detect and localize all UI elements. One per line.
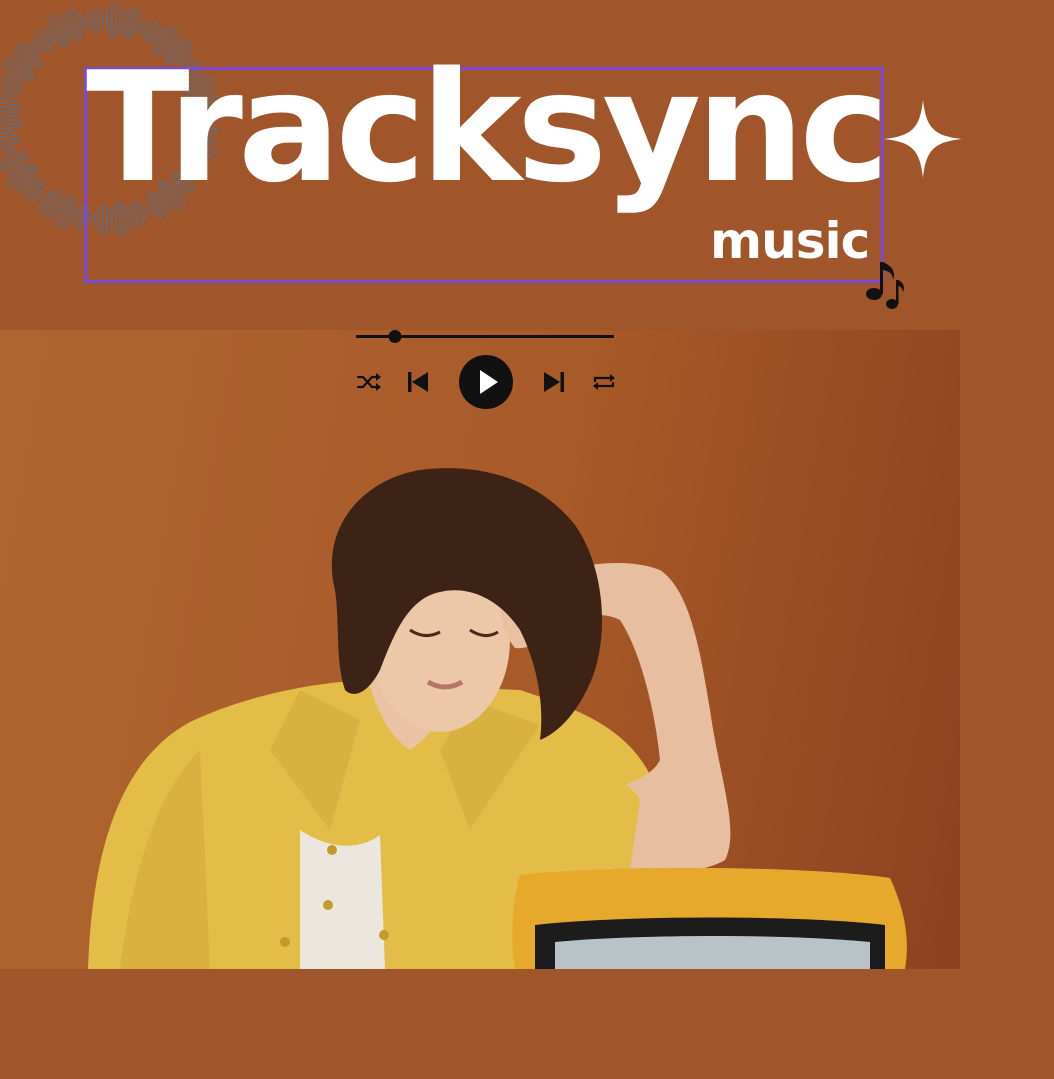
wave-bar bbox=[38, 193, 45, 201]
wave-bar bbox=[7, 162, 28, 174]
brand-title: Tracksync bbox=[86, 39, 890, 216]
skip-next-icon bbox=[544, 372, 564, 392]
wave-bar bbox=[0, 122, 24, 126]
wave-bar bbox=[3, 93, 14, 98]
wave-bar bbox=[0, 133, 18, 139]
hero-photo bbox=[0, 330, 960, 969]
wave-bar bbox=[109, 2, 114, 38]
brand-subtitle: music bbox=[710, 212, 870, 270]
wave-bar bbox=[130, 11, 141, 39]
wave-bar bbox=[142, 19, 153, 40]
wave-bar bbox=[106, 7, 109, 33]
wave-bar bbox=[0, 101, 22, 107]
wave-bar bbox=[4, 150, 17, 156]
music-note-icon bbox=[866, 262, 904, 309]
wave-bar bbox=[84, 15, 89, 28]
wave-bar bbox=[116, 6, 123, 36]
next-button[interactable] bbox=[542, 370, 566, 394]
wave-bar bbox=[31, 186, 45, 202]
play-icon bbox=[459, 355, 513, 409]
wave-bar bbox=[73, 8, 84, 40]
wave-bar bbox=[61, 17, 72, 39]
wave-bar bbox=[0, 114, 17, 118]
wave-bar bbox=[0, 77, 25, 89]
wave-bar bbox=[0, 130, 16, 135]
wave-bar bbox=[136, 19, 143, 33]
wave-bar bbox=[32, 39, 44, 52]
skip-previous-icon bbox=[408, 372, 428, 392]
shuffle-button[interactable] bbox=[356, 372, 382, 392]
wave-bar bbox=[88, 11, 93, 31]
repeat-button[interactable] bbox=[592, 372, 616, 392]
wave-bar bbox=[45, 27, 58, 44]
wave-bar bbox=[112, 2, 119, 39]
wave-bar bbox=[13, 47, 40, 69]
wave-bar bbox=[2, 146, 16, 152]
wave-bar bbox=[92, 8, 97, 33]
wave-bar bbox=[0, 126, 22, 130]
play-button[interactable] bbox=[458, 354, 514, 410]
wave-bar bbox=[120, 10, 127, 34]
wave-bar bbox=[97, 8, 101, 33]
wave-bar bbox=[0, 110, 19, 114]
seek-knob[interactable] bbox=[388, 330, 402, 343]
wave-bar bbox=[0, 96, 18, 103]
person-illustration bbox=[88, 468, 907, 969]
seek-bar[interactable] bbox=[356, 330, 614, 343]
wave-bar bbox=[0, 141, 20, 148]
repeat-icon bbox=[593, 374, 615, 390]
sparkle-icon bbox=[884, 100, 962, 178]
shuffle-icon bbox=[356, 373, 381, 391]
previous-button[interactable] bbox=[406, 370, 430, 394]
media-player bbox=[356, 326, 618, 416]
